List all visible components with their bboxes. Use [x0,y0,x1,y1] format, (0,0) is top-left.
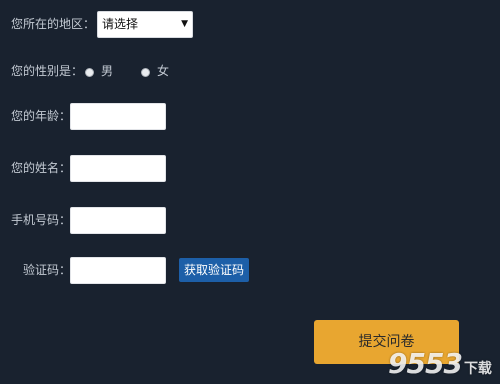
region-select[interactable]: 请选择 ▼ [97,11,193,38]
watermark-text: 下载 [463,361,492,377]
gender-male-label[interactable]: 男 [101,64,113,78]
gender-female-radio[interactable] [141,68,150,77]
age-label: 您的年龄： [11,109,72,123]
chevron-down-icon: ▼ [181,19,188,29]
phone-label: 手机号码： [11,213,72,227]
code-label: 验证码： [23,263,72,277]
code-input[interactable] [70,257,166,284]
gender-label: 您的性别是： [11,64,84,78]
watermark-number: 9553 [388,347,463,380]
name-input[interactable] [70,155,166,182]
gender-male-radio[interactable] [85,68,94,77]
gender-female-label[interactable]: 女 [157,64,169,78]
region-label: 您所在的地区： [11,17,96,31]
phone-input[interactable] [70,207,166,234]
region-select-value: 请选择 [102,17,139,31]
name-label: 您的姓名： [11,161,72,175]
age-input[interactable] [70,103,166,130]
watermark-logo: 9553 下载 [388,349,492,384]
get-code-button[interactable]: 获取验证码 [179,258,249,282]
